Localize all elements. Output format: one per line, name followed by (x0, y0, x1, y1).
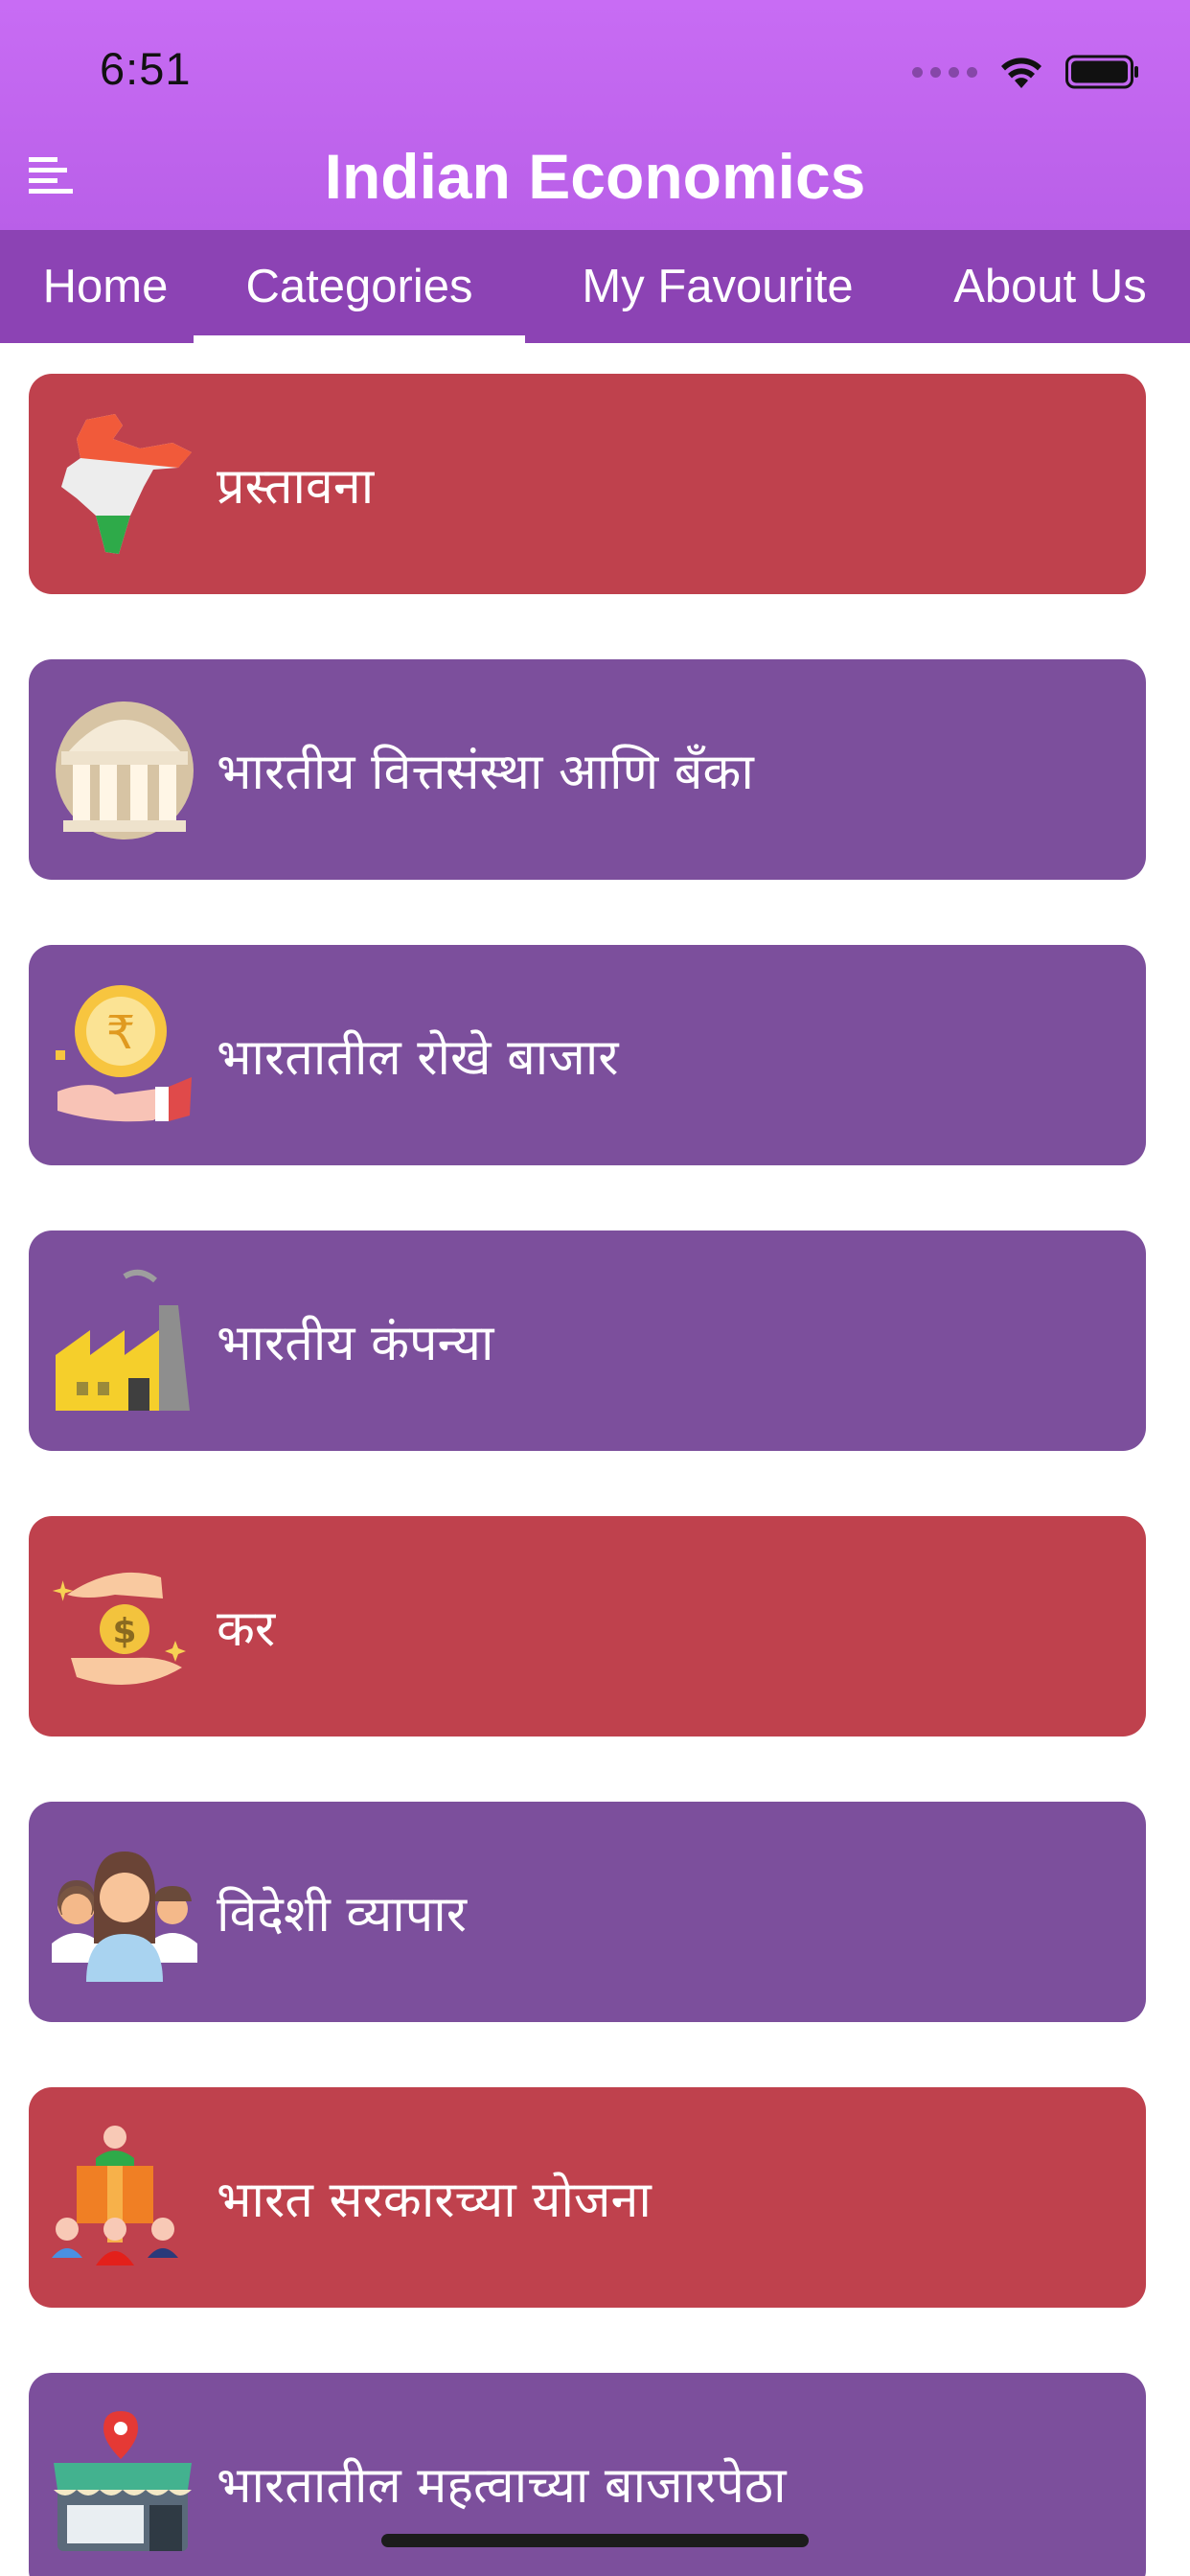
factory-icon (56, 1269, 190, 1411)
category-label: भारत सरकारच्या योजना (217, 2171, 652, 2229)
status-time: 6:51 (100, 43, 192, 94)
category-card[interactable]: विदेशी व्यापार (29, 1802, 1146, 2022)
cellular-signal-icon (912, 66, 977, 78)
category-card[interactable]: भारत सरकारच्या योजना (29, 2087, 1146, 2308)
home-indicator (381, 2534, 809, 2547)
market-store-icon (54, 2411, 192, 2551)
category-label: भारतातील रोखे बाजार (217, 1028, 619, 1087)
bank-building-icon (56, 702, 194, 840)
tab-bar: Home Categories My Favourite About Us (0, 230, 1190, 343)
india-map-icon (61, 414, 192, 554)
tab-my-favourite[interactable]: My Favourite (537, 230, 899, 343)
svg-text:$: $ (112, 1612, 136, 1651)
dollar-hands-icon: $ (52, 1572, 186, 1685)
active-tab-indicator (194, 335, 525, 343)
category-label: भारतीय वित्तसंस्था आणि बँका (217, 743, 754, 801)
category-card[interactable]: ₹ भारतातील रोखे बाजार (29, 945, 1146, 1165)
category-card[interactable]: $ कर (29, 1516, 1146, 1736)
tab-home[interactable]: Home (19, 230, 192, 343)
category-card[interactable]: भारतीय कंपन्या (29, 1230, 1146, 1451)
status-icons (912, 48, 1140, 96)
category-label: कर (217, 1599, 276, 1658)
tab-about-us[interactable]: About Us (920, 230, 1180, 343)
government-leader-icon (52, 2126, 178, 2266)
rupee-coin-hand-icon: ₹ (56, 985, 192, 1122)
people-group-icon (52, 1852, 197, 1982)
tab-categories[interactable]: Categories (194, 230, 525, 343)
app-header: 6:51 Indian Economics (0, 0, 1190, 230)
category-card[interactable]: प्रस्तावना (29, 374, 1146, 594)
category-card[interactable]: भारतीय वित्तसंस्था आणि बँका (29, 659, 1146, 880)
category-label: प्रस्तावना (217, 457, 375, 516)
category-label: भारतीय कंपन्या (217, 1314, 494, 1372)
wifi-icon (1001, 58, 1041, 88)
svg-text:₹: ₹ (106, 1006, 136, 1060)
battery-icon (1065, 55, 1138, 89)
category-label: विदेशी व्यापार (217, 1885, 468, 1944)
app-title: Indian Economics (324, 141, 866, 212)
